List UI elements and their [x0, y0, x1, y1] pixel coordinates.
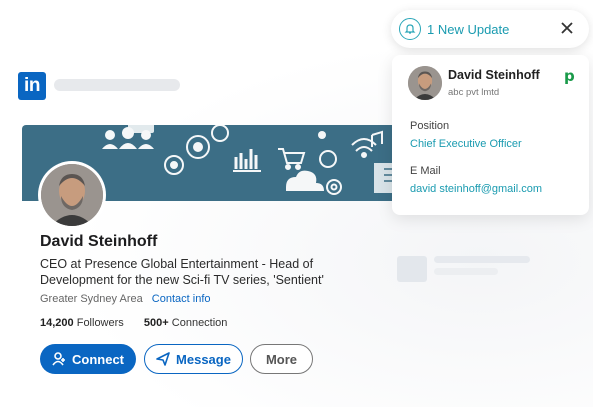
- profile-card: David Steinhoff CEO at Presence Global E…: [22, 125, 402, 395]
- more-label: More: [265, 351, 298, 367]
- position-label: Position: [410, 120, 450, 132]
- contact-avatar: [408, 66, 442, 100]
- add-person-icon: [52, 352, 65, 366]
- position-value: Chief Executive Officer: [410, 138, 522, 150]
- contact-info-link[interactable]: Contact info: [152, 293, 211, 305]
- profile-location: Greater Sydney Area: [40, 293, 143, 305]
- followers-count: 14,200: [40, 317, 74, 329]
- email-value[interactable]: david steinhoff@gmail.com: [410, 183, 542, 195]
- contact-details-card: David Steinhoff abc pvt lmtd p Position …: [392, 55, 589, 215]
- message-button[interactable]: Message: [144, 344, 243, 374]
- placeholder-line: [434, 268, 498, 275]
- close-icon[interactable]: [559, 20, 575, 36]
- search-bar-placeholder[interactable]: [54, 79, 180, 91]
- linkedin-logo[interactable]: in: [18, 72, 46, 100]
- profile-avatar[interactable]: [38, 161, 106, 229]
- brand-logo-icon: p: [564, 67, 575, 85]
- location-row: Greater Sydney Area Contact info: [40, 293, 211, 305]
- bell-icon: [399, 18, 421, 40]
- email-label: E Mail: [410, 165, 441, 177]
- contact-name: David Steinhoff: [448, 68, 540, 82]
- connections-count: 500+: [143, 317, 169, 329]
- profile-headline: CEO at Presence Global Entertainment - H…: [40, 257, 324, 287]
- more-button[interactable]: More: [250, 344, 313, 374]
- message-label: Message: [176, 351, 231, 367]
- profile-name: David Steinhoff: [40, 233, 158, 250]
- update-notification[interactable]: 1 New Update: [391, 10, 589, 48]
- connections-label: Connection: [171, 317, 228, 329]
- connect-label: Connect: [72, 351, 124, 367]
- send-icon: [156, 352, 170, 366]
- contact-company: abc pvt lmtd: [448, 87, 500, 98]
- profile-photo: [41, 164, 103, 226]
- update-text: 1 New Update: [427, 21, 510, 37]
- profile-stats: 14,200 Followers 500+ Connection: [40, 317, 227, 329]
- followers-label: Followers: [76, 317, 124, 329]
- placeholder-thumbnail: [397, 256, 427, 282]
- placeholder-line: [434, 256, 530, 263]
- connect-button[interactable]: Connect: [40, 344, 136, 374]
